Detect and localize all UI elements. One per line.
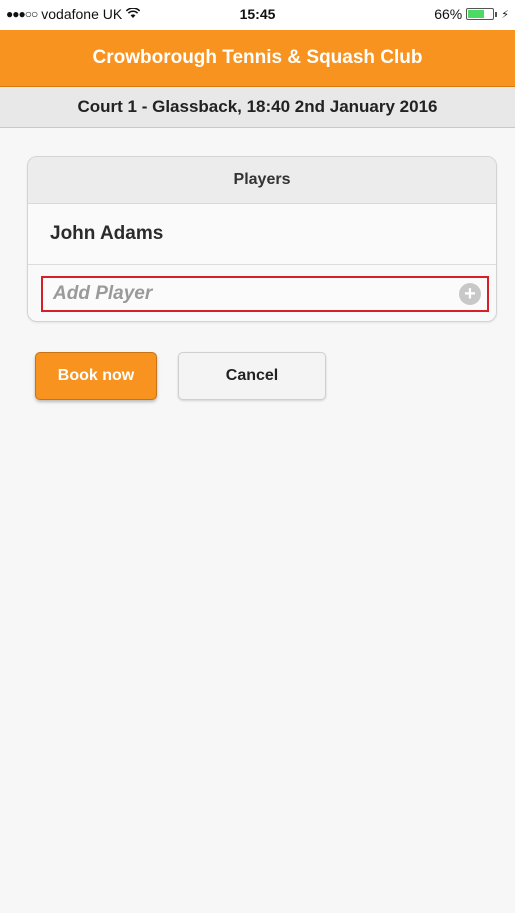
battery-level-fill bbox=[468, 10, 485, 18]
app-header: Crowborough Tennis & Squash Club bbox=[0, 30, 515, 87]
battery-tip bbox=[495, 11, 498, 17]
book-now-button[interactable]: Book now bbox=[35, 352, 157, 400]
player-row[interactable]: John Adams bbox=[28, 204, 496, 265]
add-player-input[interactable]: Add Player + bbox=[41, 276, 489, 312]
battery-icon bbox=[466, 8, 495, 20]
cancel-button[interactable]: Cancel bbox=[178, 352, 326, 400]
club-title: Crowborough Tennis & Squash Club bbox=[92, 47, 423, 68]
status-bar: ●●●○○ vodafone UK 15:45 66% ⚡ bbox=[0, 0, 515, 30]
add-player-placeholder: Add Player bbox=[53, 283, 153, 304]
players-title: Players bbox=[233, 171, 291, 188]
status-right: 66% ⚡ bbox=[434, 6, 509, 22]
player-name: John Adams bbox=[50, 223, 164, 244]
booking-subheader: Court 1 - Glassback, 18:40 2nd January 2… bbox=[0, 87, 515, 128]
battery-percent: 66% bbox=[434, 6, 463, 22]
players-card: Players John Adams Add Player + bbox=[27, 156, 497, 322]
players-card-header: Players bbox=[28, 157, 496, 204]
plus-circle-icon[interactable]: + bbox=[459, 283, 481, 305]
booking-info: Court 1 - Glassback, 18:40 2nd January 2… bbox=[77, 97, 438, 116]
charging-icon: ⚡ bbox=[501, 8, 509, 21]
